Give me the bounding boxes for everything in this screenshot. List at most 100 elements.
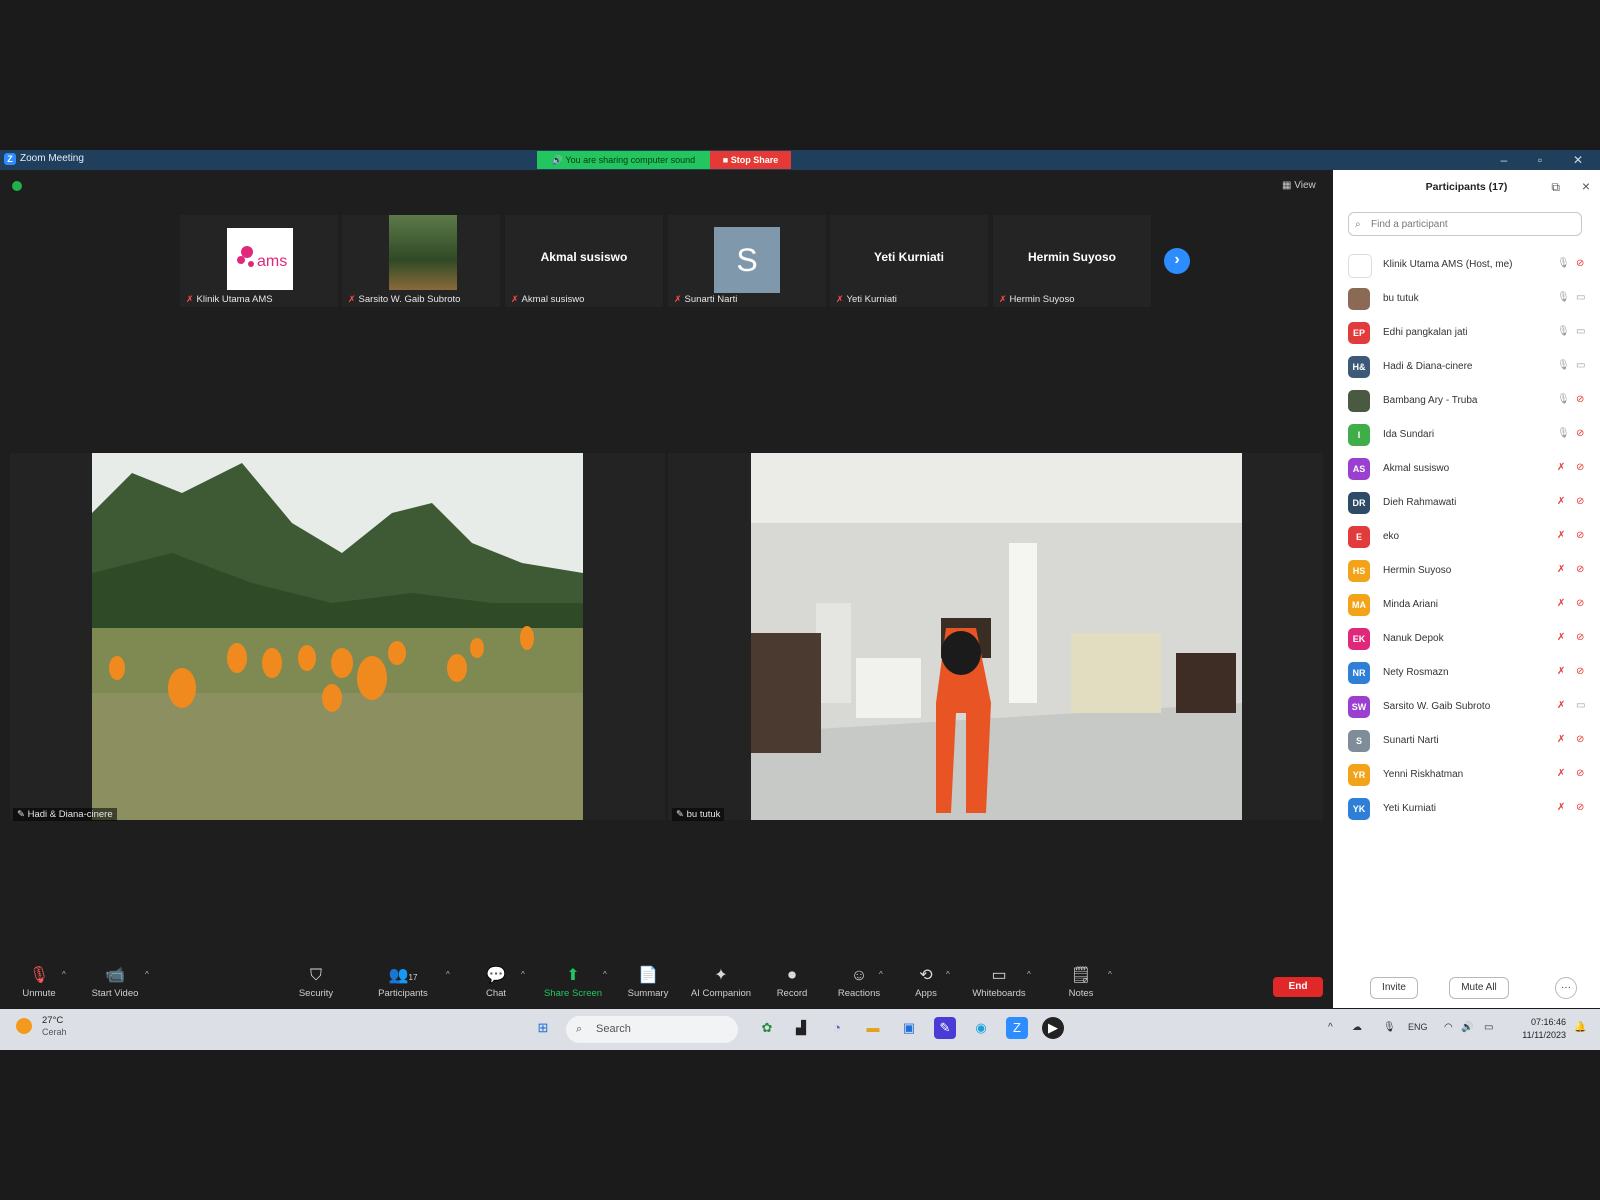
apps-chevron-icon[interactable]: ^ <box>946 970 950 979</box>
mic-muted-icon[interactable]: ✗ <box>1557 700 1565 711</box>
camera-off-icon[interactable]: ⊘ <box>1576 802 1584 813</box>
camera-off-icon[interactable]: ⊘ <box>1576 632 1584 643</box>
participant-row[interactable]: I Ida Sundari 🎙 ⊘ <box>1348 420 1593 450</box>
notification-bell-icon[interactable]: 🔔 <box>1574 1022 1586 1033</box>
camera-off-icon[interactable]: ⊘ <box>1576 734 1584 745</box>
copilot-icon[interactable]: ✿ <box>756 1017 778 1039</box>
participant-row[interactable]: MA Minda Ariani ✗ ⊘ <box>1348 590 1593 620</box>
maximize-button[interactable]: ▫ <box>1526 151 1554 169</box>
camera-off-icon[interactable]: ⊘ <box>1576 530 1584 541</box>
mic-muted-icon[interactable]: ✗ <box>1557 530 1565 541</box>
teams-chat-icon[interactable]: ◔ <box>826 1017 848 1039</box>
chat-chevron-icon[interactable]: ^ <box>521 970 525 979</box>
participant-row[interactable]: NR Nety Rosmazn ✗ ⊘ <box>1348 658 1593 688</box>
notes-button[interactable]: 🗒 Notes <box>1046 966 1116 999</box>
mic-muted-icon[interactable]: ✗ <box>1557 598 1565 609</box>
reactions-button[interactable]: ☺ Reactions <box>824 966 894 999</box>
mic-icon[interactable]: 🎙 <box>1557 360 1570 371</box>
participant-row[interactable]: Eeko ✗ ⊘ <box>1348 522 1593 552</box>
close-icon[interactable]: × <box>1582 178 1590 194</box>
task-view-icon[interactable]: ▟ <box>790 1017 812 1039</box>
camera-icon[interactable]: ▭ <box>1576 292 1585 303</box>
participant-search-input[interactable]: ⌕ Find a participant <box>1348 212 1582 236</box>
participants-chevron-icon[interactable]: ^ <box>446 970 450 979</box>
participant-row[interactable]: bu tutuk 🎙 ▭ <box>1348 284 1593 314</box>
participant-tile[interactable]: ✗ Sarsito W. Gaib Subroto <box>342 215 500 307</box>
show-hidden-icons-chevron-icon[interactable]: ^ <box>1328 1022 1333 1033</box>
camera-icon[interactable]: ▭ <box>1576 700 1585 711</box>
mic-muted-icon[interactable]: ✗ <box>1557 564 1565 575</box>
camera-icon[interactable]: ▭ <box>1576 360 1585 371</box>
video-feed[interactable] <box>751 453 1242 820</box>
camera-off-icon[interactable]: ⊘ <box>1576 496 1584 507</box>
minimize-button[interactable]: – <box>1490 151 1518 169</box>
summary-button[interactable]: 📄 Summary <box>613 966 683 999</box>
camera-off-icon[interactable]: ⊘ <box>1576 598 1584 609</box>
close-window-button[interactable]: ✕ <box>1564 151 1592 169</box>
mic-muted-icon[interactable]: ✗ <box>1557 462 1565 473</box>
video-options-chevron-icon[interactable]: ^ <box>145 970 149 979</box>
taskbar-date[interactable]: 11/11/2023 <box>1506 1030 1566 1040</box>
camera-off-icon[interactable]: ⊘ <box>1576 564 1584 575</box>
participant-tile[interactable]: Yeti Kurniati ✗ Yeti Kurniati <box>830 215 988 307</box>
stop-share-button[interactable]: ■ Stop Share <box>710 151 791 169</box>
participant-row[interactable]: H& Hadi & Diana-cinere 🎙 ▭ <box>1348 352 1593 382</box>
participant-row[interactable]: SW Sarsito W. Gaib Subroto ✗ ▭ <box>1348 692 1593 722</box>
weather-temperature[interactable]: 27°C <box>42 1015 63 1026</box>
popout-icon[interactable]: ⧉ <box>1551 180 1560 195</box>
mic-muted-icon[interactable]: ✗ <box>1557 632 1565 643</box>
taskbar-time[interactable]: 07:16:46 <box>1516 1017 1566 1027</box>
mic-icon[interactable]: 🎙 <box>1557 326 1570 337</box>
microphone-icon[interactable]: 🎙 <box>1383 1022 1396 1033</box>
camera-off-icon[interactable]: ⊘ <box>1576 428 1584 439</box>
participant-tile[interactable]: ams ✗ Klinik Utama AMS <box>180 215 338 307</box>
app-icon[interactable]: ✎ <box>934 1017 956 1039</box>
security-shield-icon[interactable] <box>12 181 22 191</box>
share-screen-button[interactable]: ⬆ Share Screen <box>538 966 608 999</box>
mic-icon[interactable]: 🎙 <box>1557 258 1570 269</box>
edge-browser-icon[interactable]: ◉ <box>970 1017 992 1039</box>
camera-off-icon[interactable]: ⊘ <box>1576 768 1584 779</box>
file-explorer-icon[interactable]: ▬ <box>862 1017 884 1039</box>
invite-button[interactable]: Invite <box>1370 977 1418 999</box>
more-options-button[interactable]: ··· <box>1555 977 1577 999</box>
share-chevron-icon[interactable]: ^ <box>603 970 607 979</box>
language-indicator[interactable]: ENG <box>1408 1022 1428 1032</box>
participant-row[interactable]: S Sunarti Narti ✗ ⊘ <box>1348 726 1593 756</box>
store-icon[interactable]: ▣ <box>898 1017 920 1039</box>
camera-off-icon[interactable]: ⊘ <box>1576 258 1584 269</box>
participant-row[interactable]: Klinik Utama AMS (Host, me) 🎙 ⊘ <box>1348 250 1593 280</box>
participant-row[interactable]: AS Akmal susiswo ✗ ⊘ <box>1348 454 1593 484</box>
mic-muted-icon[interactable]: ✗ <box>1557 666 1565 677</box>
reactions-chevron-icon[interactable]: ^ <box>879 970 883 979</box>
mute-all-button[interactable]: Mute All <box>1449 977 1509 999</box>
whiteboards-chevron-icon[interactable]: ^ <box>1027 970 1031 979</box>
participant-row[interactable]: EP Edhi pangkalan jati 🎙 ▭ <box>1348 318 1593 348</box>
mic-muted-icon[interactable]: ✗ <box>1557 734 1565 745</box>
cloud-icon[interactable]: ☁ <box>1352 1022 1362 1033</box>
view-button[interactable]: ▦ View <box>1282 180 1316 191</box>
audio-options-chevron-icon[interactable]: ^ <box>62 970 66 979</box>
windows-start-icon[interactable]: ⊞ <box>532 1017 554 1039</box>
participant-row[interactable]: HS Hermin Suyoso ✗ ⊘ <box>1348 556 1593 586</box>
apps-button[interactable]: ⟲ Apps <box>891 966 961 999</box>
participant-row[interactable]: Bambang Ary - Truba 🎙 ⊘ <box>1348 386 1593 416</box>
participant-tile[interactable]: Hermin Suyoso ✗ Hermin Suyoso <box>993 215 1151 307</box>
participant-row[interactable]: EK Nanuk Depok ✗ ⊘ <box>1348 624 1593 654</box>
participant-tile[interactable]: Akmal susiswo ✗ Akmal susiswo <box>505 215 663 307</box>
mic-muted-icon[interactable]: ✗ <box>1557 496 1565 507</box>
participant-tile[interactable]: S ✗ Sunarti Narti <box>668 215 826 307</box>
volume-icon[interactable]: 🔊 <box>1461 1022 1473 1033</box>
camera-off-icon[interactable]: ⊘ <box>1576 394 1584 405</box>
media-player-icon[interactable]: ▶ <box>1042 1017 1064 1039</box>
mic-muted-icon[interactable]: ✗ <box>1557 768 1565 779</box>
start-video-button[interactable]: 📹 Start Video <box>80 966 150 999</box>
participant-row[interactable]: YR Yenni Riskhatman ✗ ⊘ <box>1348 760 1593 790</box>
participants-button[interactable]: 👥17 Participants <box>368 966 438 999</box>
mic-icon[interactable]: 🎙 <box>1557 428 1570 439</box>
participant-row[interactable]: YK Yeti Kurniati ✗ ⊘ <box>1348 794 1593 824</box>
video-feed[interactable] <box>92 453 583 820</box>
record-button[interactable]: ⏺ Record <box>757 966 827 999</box>
notes-chevron-icon[interactable]: ^ <box>1108 970 1112 979</box>
participant-row[interactable]: DR Dieh Rahmawati ✗ ⊘ <box>1348 488 1593 518</box>
